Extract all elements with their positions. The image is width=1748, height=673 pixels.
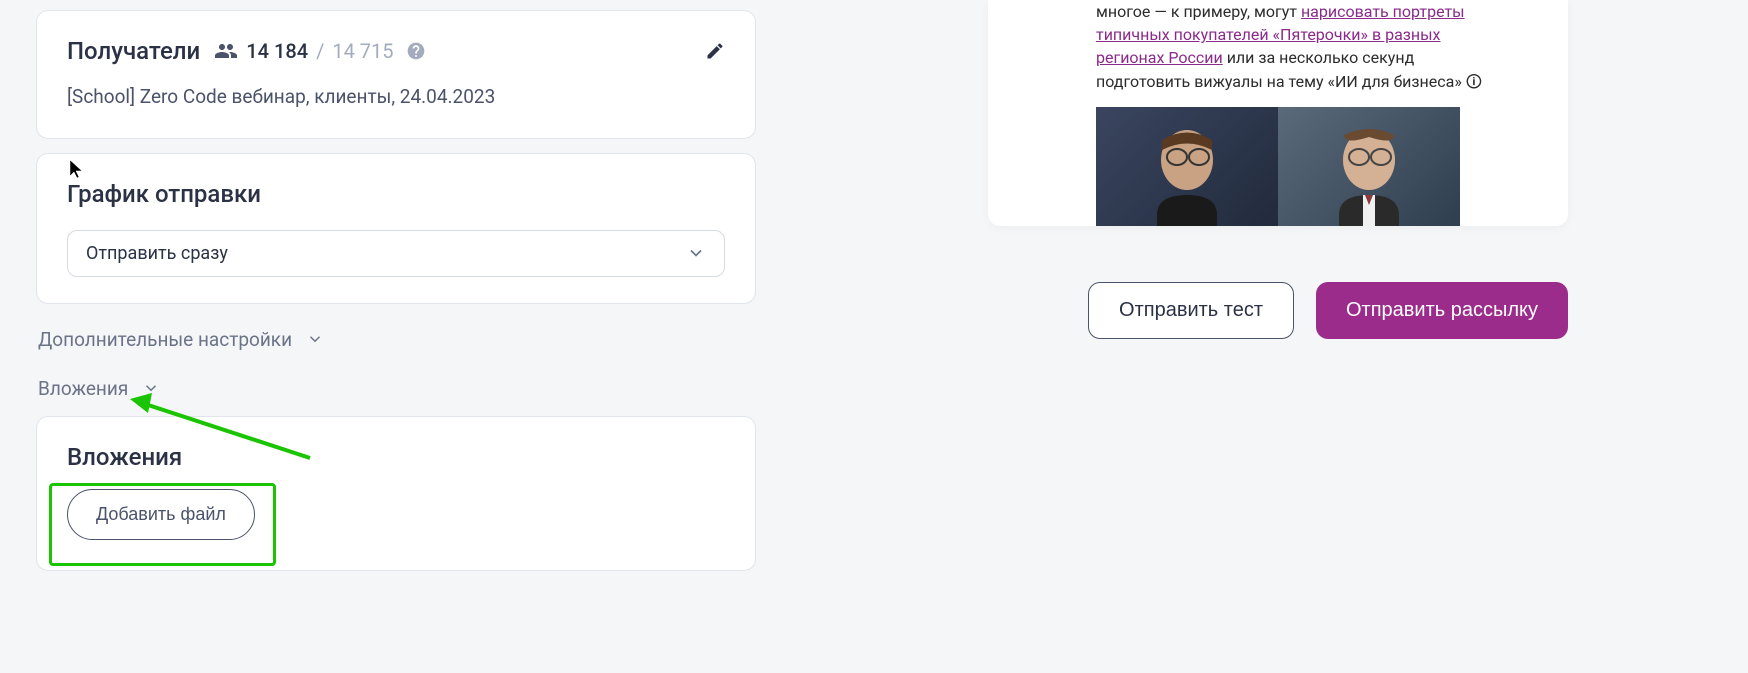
schedule-title: График отправки	[67, 180, 261, 208]
schedule-select-value: Отправить сразу	[86, 243, 228, 264]
edit-icon[interactable]	[705, 41, 725, 61]
advanced-settings-toggle[interactable]: Дополнительные настройки	[36, 318, 756, 361]
schedule-card: График отправки Отправить сразу	[36, 153, 756, 304]
preview-body-text: многое — к примеру, могут нарисовать пор…	[988, 0, 1568, 107]
send-campaign-button[interactable]: Отправить рассылку	[1316, 282, 1568, 339]
recipients-count-separator: /	[316, 39, 324, 63]
attachments-toggle-label: Вложения	[38, 377, 128, 400]
chevron-down-icon	[306, 330, 324, 348]
attachments-card: Вложения Добавить файл	[36, 416, 756, 571]
preview-images-row	[988, 107, 1568, 226]
recipients-count-active: 14 184	[246, 39, 308, 63]
schedule-select[interactable]: Отправить сразу	[67, 230, 725, 277]
recipients-count-total: 14 715	[332, 39, 393, 63]
help-icon[interactable]	[406, 41, 426, 61]
add-file-button[interactable]: Добавить файл	[67, 489, 255, 540]
attachments-toggle[interactable]: Вложения	[36, 367, 756, 410]
recipients-count: 14 184 / 14 715	[214, 39, 425, 63]
preview-image-2	[1278, 107, 1460, 226]
chevron-down-icon	[686, 243, 706, 263]
attachments-panel-title: Вложения	[67, 443, 725, 471]
recipients-list-name: [School] Zero Code вебинар, клиенты, 24.…	[67, 83, 725, 112]
send-test-button[interactable]: Отправить тест	[1088, 282, 1294, 339]
recipients-card: Получатели 14 184 / 14 715 [School] Zero…	[36, 10, 756, 139]
advanced-settings-label: Дополнительные настройки	[38, 328, 292, 351]
chevron-down-icon	[142, 379, 160, 397]
people-icon	[214, 39, 238, 63]
action-buttons-row: Отправить тест Отправить рассылку	[988, 282, 1568, 339]
email-preview-card: многое — к примеру, могут нарисовать пор…	[988, 0, 1568, 226]
recipients-title: Получатели	[67, 37, 200, 65]
preview-image-1	[1096, 107, 1278, 226]
